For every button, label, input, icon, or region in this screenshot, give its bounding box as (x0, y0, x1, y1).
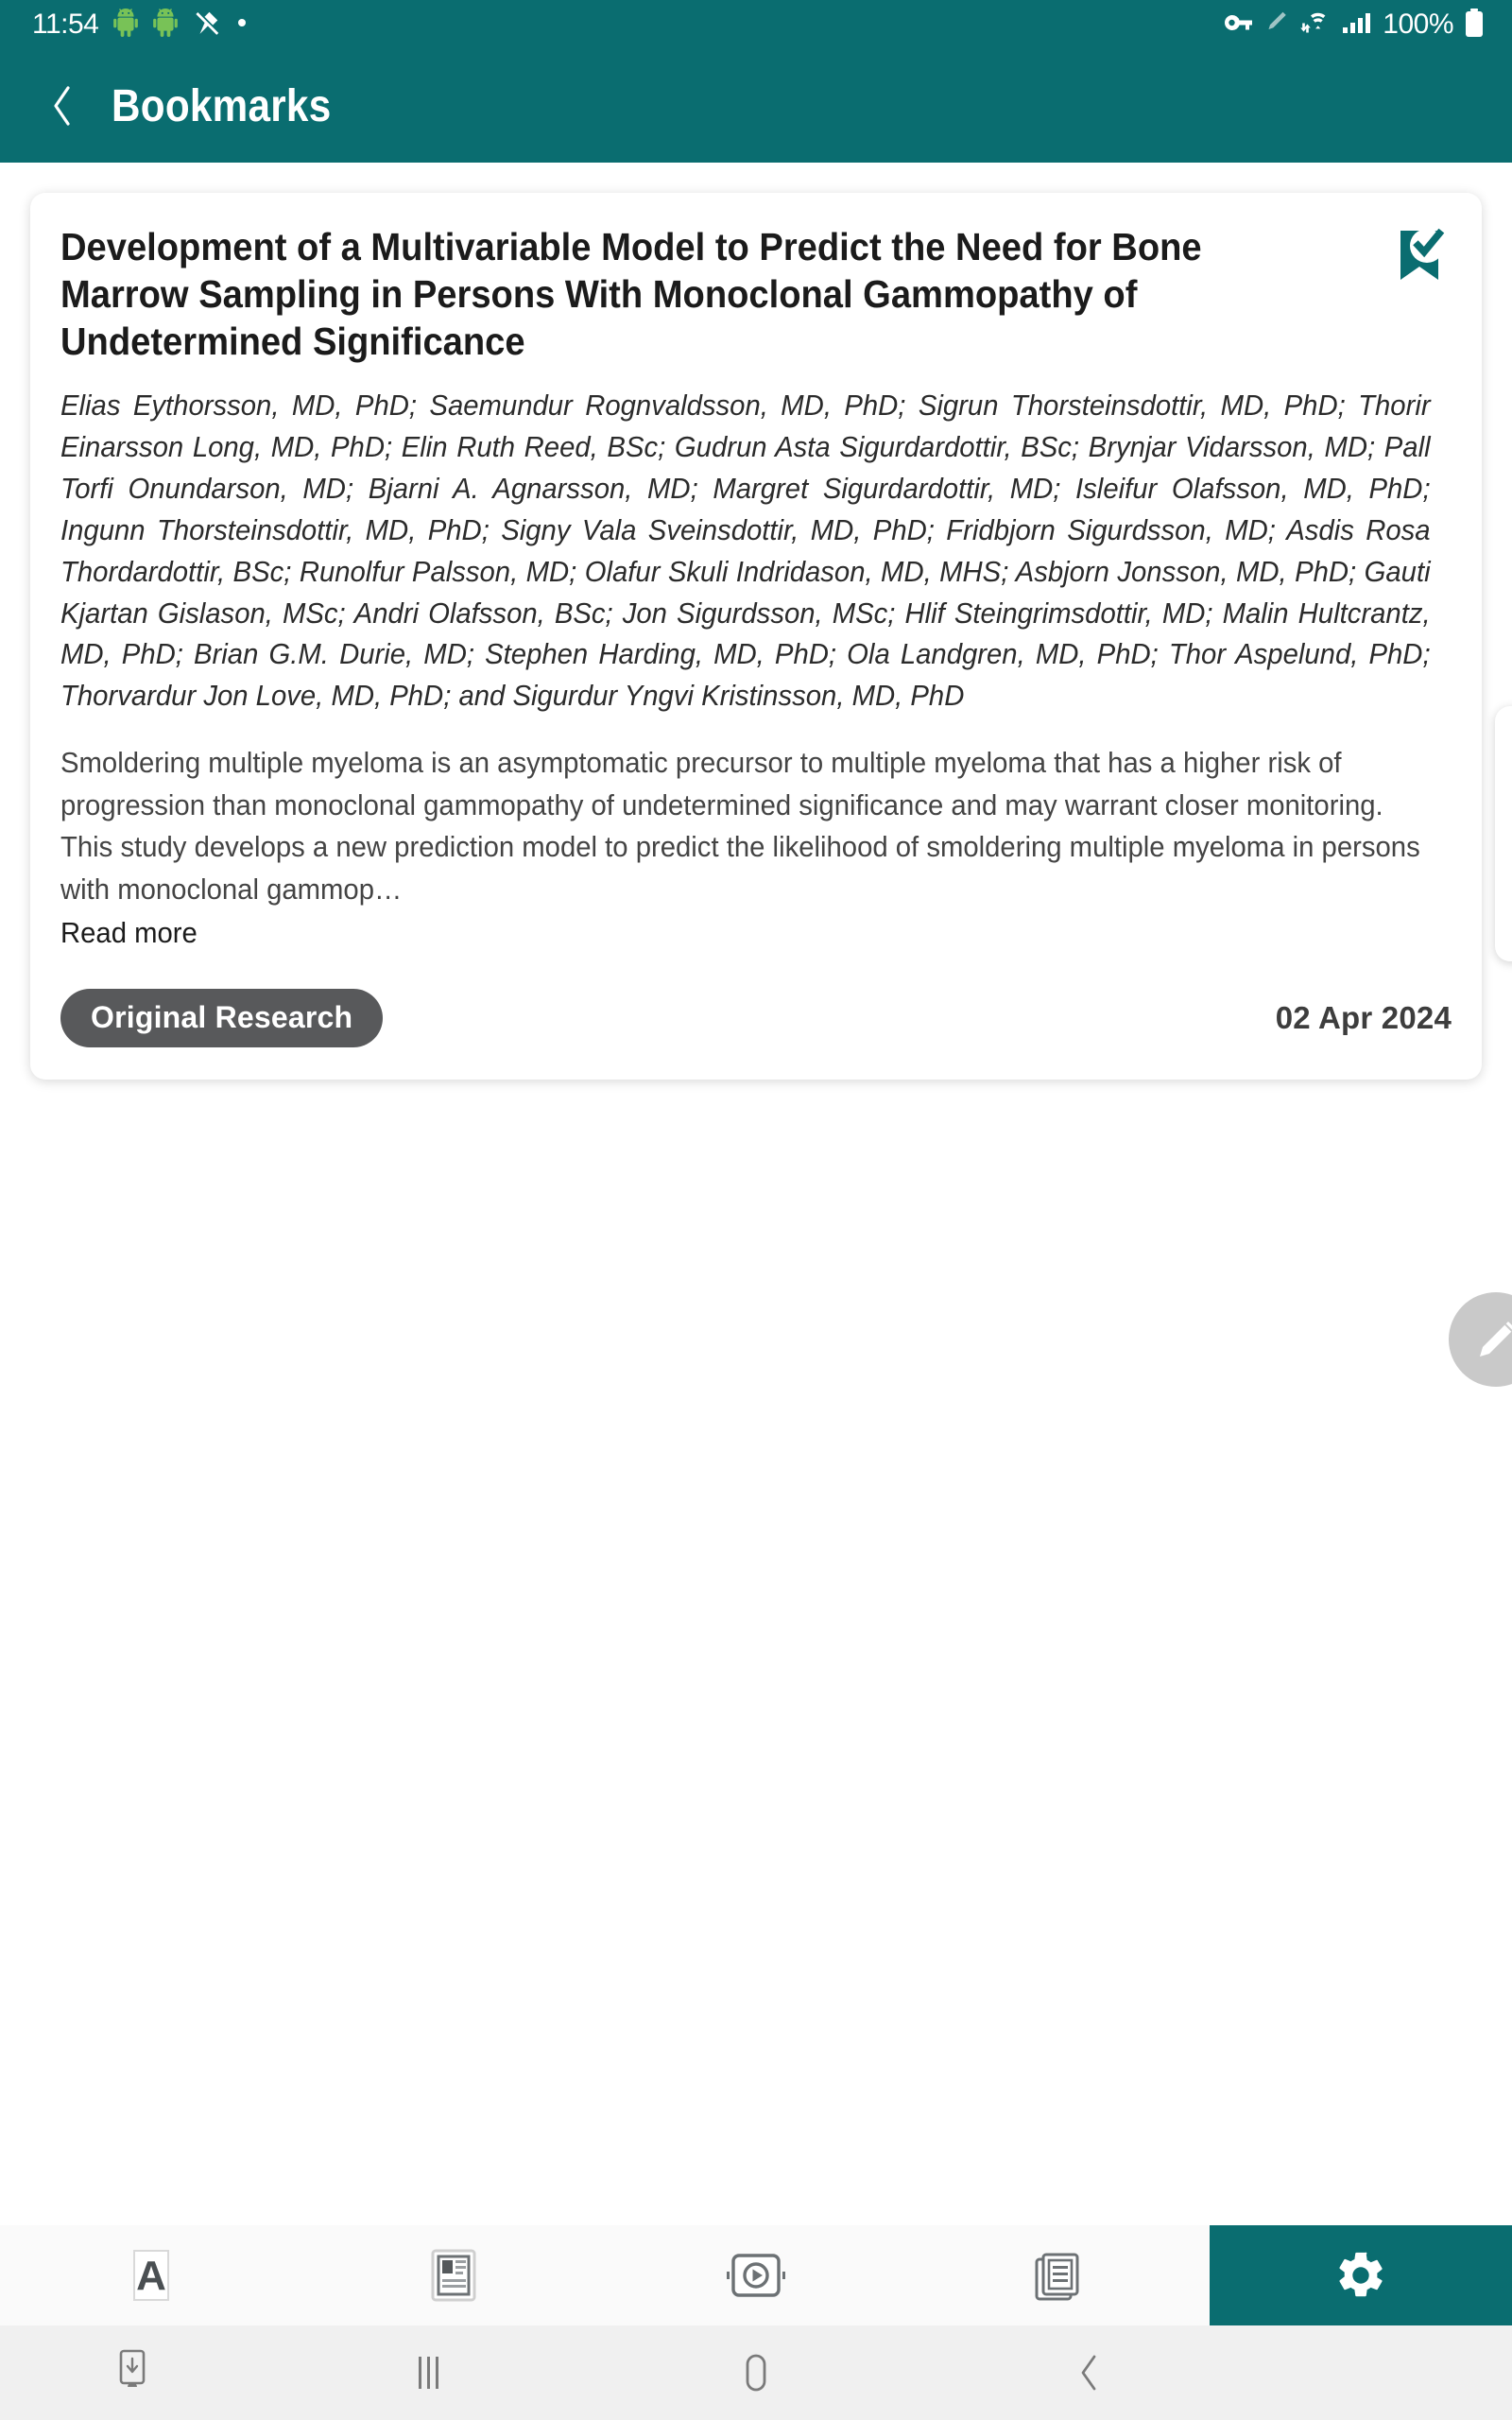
status-bar-left: 11:54 (32, 8, 248, 42)
read-more-link[interactable]: Read more (60, 912, 1396, 955)
tab-settings[interactable] (1210, 2225, 1512, 2325)
no-location-icon (193, 9, 221, 42)
card-header: Development of a Multivariable Model to … (60, 223, 1452, 365)
recents-icon (419, 2357, 438, 2389)
battery-percent-label: 100% (1383, 9, 1453, 40)
article-date: 02 Apr 2024 (1275, 999, 1452, 1035)
bookmarks-list[interactable]: Development of a Multivariable Model to … (0, 163, 1512, 2225)
pencil-edit-icon (1480, 1322, 1512, 1357)
android-icon (113, 8, 139, 42)
tab-video[interactable] (605, 2225, 907, 2325)
app-bar: Bookmarks (0, 49, 1512, 163)
wifi-icon (1297, 9, 1332, 41)
page-title: Bookmarks (112, 80, 332, 131)
tab-news[interactable] (302, 2225, 605, 2325)
article-abstract: Smoldering multiple myeloma is an asympt… (60, 747, 1420, 906)
back-button[interactable] (36, 79, 89, 132)
back-chevron-icon (1081, 2355, 1096, 2391)
vpn-key-icon (1222, 9, 1254, 41)
bookmark-toggle-button[interactable] (1393, 227, 1452, 285)
letter-a-icon: A (133, 2250, 169, 2301)
status-clock: 11:54 (32, 9, 99, 40)
android-icon (153, 8, 179, 42)
nav-home[interactable] (718, 2335, 794, 2411)
bottom-tab-bar: A (0, 2225, 1512, 2325)
bookmark-card[interactable]: Development of a Multivariable Model to … (30, 193, 1482, 1080)
pencil-icon (1263, 9, 1288, 41)
bookmark-check-icon (1400, 228, 1445, 280)
tab-issues[interactable] (907, 2225, 1210, 2325)
gear-icon (1339, 2252, 1383, 2297)
status-bar: 11:54 100% (0, 0, 1512, 49)
video-play-icon (727, 2254, 785, 2297)
card-footer: Original Research 02 Apr 2024 (60, 988, 1452, 1047)
dot-icon (236, 16, 248, 33)
tab-articles[interactable]: A (0, 2225, 302, 2325)
status-bar-right: 100% (1222, 8, 1486, 43)
stacked-pages-icon (1035, 2253, 1079, 2301)
edit-fab-button[interactable] (1449, 1292, 1512, 1387)
cellular-signal-icon (1341, 9, 1373, 41)
home-pill-icon (746, 2354, 766, 2392)
article-type-badge[interactable]: Original Research (60, 988, 384, 1047)
nav-back[interactable] (1052, 2335, 1127, 2411)
article-layout-icon (431, 2249, 476, 2302)
battery-icon (1463, 8, 1486, 43)
next-card-peek[interactable] (1495, 706, 1512, 961)
article-authors: Elias Eythorsson, MD, PhD; Saemundur Rog… (60, 389, 1431, 713)
nav-recents[interactable] (390, 2335, 466, 2411)
nav-screenshot[interactable] (99, 2340, 165, 2406)
article-title: Development of a Multivariable Model to … (60, 225, 1202, 364)
back-chevron-icon (54, 86, 70, 126)
svg-text:A: A (136, 2253, 166, 2299)
android-system-nav (0, 2325, 1512, 2420)
screenshot-icon (119, 2349, 146, 2387)
